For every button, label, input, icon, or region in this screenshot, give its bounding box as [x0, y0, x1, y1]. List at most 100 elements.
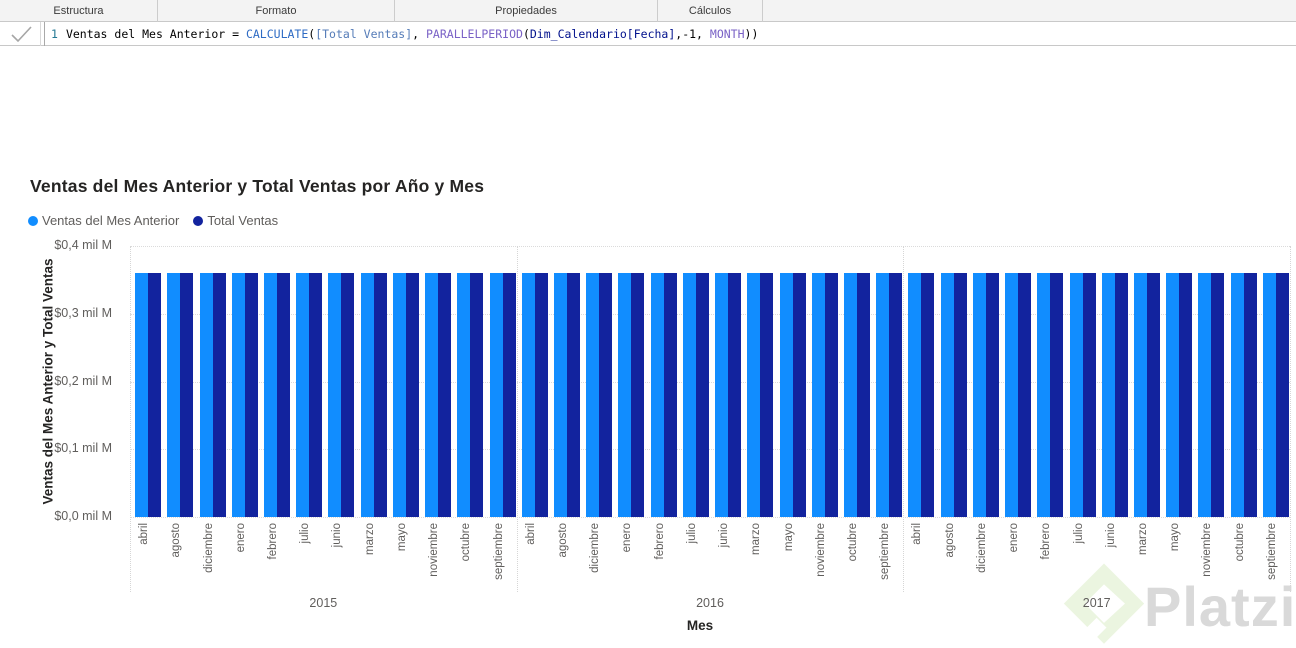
bar-total-ventas[interactable] [857, 273, 870, 517]
month-label: noviembre [428, 523, 441, 577]
bar-ventas-mes-anterior[interactable] [1101, 273, 1115, 517]
month-label: agosto [170, 523, 183, 558]
bar-total-ventas[interactable] [244, 273, 258, 517]
bar-ventas-mes-anterior[interactable] [1005, 273, 1019, 517]
dax-token: Dim_Calendario[Fecha] [529, 27, 676, 41]
x-axis-title: Mes [686, 618, 714, 633]
bar-ventas-mes-anterior[interactable] [972, 273, 986, 517]
bar-total-ventas[interactable] [1050, 273, 1064, 517]
bar-ventas-mes-anterior[interactable] [811, 273, 825, 517]
bar-total-ventas[interactable] [567, 273, 580, 517]
tab-propiedades[interactable]: Propiedades [395, 0, 658, 22]
legend-item-ventas-mes-anterior[interactable]: Ventas del Mes Anterior [28, 213, 179, 228]
bar-total-ventas[interactable] [405, 273, 419, 517]
bar-total-ventas[interactable] [824, 273, 838, 517]
month-label: agosto [943, 523, 956, 558]
bar-ventas-mes-anterior[interactable] [392, 273, 406, 517]
bar-ventas-mes-anterior[interactable] [747, 273, 761, 517]
bar-ventas-mes-anterior[interactable] [1134, 273, 1147, 517]
bar-ventas-mes-anterior[interactable] [554, 273, 567, 517]
bar-ventas-mes-anterior[interactable] [135, 273, 149, 517]
year-separator-line [1290, 246, 1291, 592]
bar-ventas-mes-anterior[interactable] [489, 273, 503, 517]
bar-total-ventas[interactable] [502, 273, 516, 517]
tab-calculos[interactable]: Cálculos [658, 0, 763, 22]
dax-token: )) [744, 27, 759, 41]
bar-ventas-mes-anterior[interactable] [1230, 273, 1244, 517]
bar-total-ventas[interactable] [792, 273, 806, 517]
y-axis-title: Ventas del Mes Anterior y Total Ventas [40, 258, 56, 505]
bar-total-ventas[interactable] [953, 273, 967, 517]
bar-ventas-mes-anterior[interactable] [1262, 273, 1276, 517]
month-label: febrero [267, 523, 279, 560]
bar-total-ventas[interactable] [1114, 273, 1128, 517]
bar-total-ventas[interactable] [373, 273, 387, 517]
bar-ventas-mes-anterior[interactable] [1198, 273, 1212, 517]
bar-total-ventas[interactable] [921, 273, 935, 517]
bar-total-ventas[interactable] [309, 273, 323, 517]
bar-total-ventas[interactable] [1275, 273, 1289, 517]
bar-ventas-mes-anterior[interactable] [328, 273, 342, 517]
bar-ventas-mes-anterior[interactable] [1069, 273, 1083, 517]
bar-total-ventas[interactable] [889, 273, 903, 517]
bar-ventas-mes-anterior[interactable] [650, 273, 664, 517]
month-label: agosto [557, 523, 569, 558]
bar-ventas-mes-anterior[interactable] [521, 273, 535, 517]
bar-ventas-mes-anterior[interactable] [1037, 273, 1051, 517]
bar-total-ventas[interactable] [631, 273, 645, 517]
bar-total-ventas[interactable] [663, 273, 677, 517]
bar-total-ventas[interactable] [534, 273, 548, 517]
bar-ventas-mes-anterior[interactable] [618, 273, 632, 517]
bar-ventas-mes-anterior[interactable] [1166, 273, 1180, 517]
formula-bar-divider [40, 22, 41, 46]
bar-ventas-mes-anterior[interactable] [360, 273, 374, 517]
bar-ventas-mes-anterior[interactable] [940, 273, 954, 517]
commit-checkmark-icon[interactable] [8, 24, 34, 44]
bar-ventas-mes-anterior[interactable] [457, 273, 471, 517]
legend-label: Ventas del Mes Anterior [42, 213, 180, 228]
bar-total-ventas[interactable] [277, 273, 290, 517]
bar-ventas-mes-anterior[interactable] [682, 273, 696, 517]
bar-ventas-mes-anterior[interactable] [296, 273, 310, 517]
bar-total-ventas[interactable] [1147, 273, 1160, 517]
bar-total-ventas[interactable] [1082, 273, 1096, 517]
month-label: julio [685, 523, 698, 544]
bar-ventas-mes-anterior[interactable] [425, 273, 439, 517]
month-label: octubre [460, 523, 473, 562]
bar-total-ventas[interactable] [1211, 273, 1225, 517]
bar-total-ventas[interactable] [438, 273, 452, 517]
bar-ventas-mes-anterior[interactable] [844, 273, 857, 517]
bar-total-ventas[interactable] [695, 273, 709, 517]
bar-ventas-mes-anterior[interactable] [876, 273, 890, 517]
bar-total-ventas[interactable] [1243, 273, 1257, 517]
bar-total-ventas[interactable] [728, 273, 742, 517]
legend-item-total-ventas[interactable]: Total Ventas [193, 213, 278, 228]
bar-ventas-mes-anterior[interactable] [199, 273, 213, 517]
month-label: diciembre [589, 523, 602, 573]
tab-formato[interactable]: Formato [158, 0, 395, 22]
tab-estructura[interactable]: Estructura [0, 0, 158, 22]
bar-ventas-mes-anterior[interactable] [586, 273, 600, 517]
bar-total-ventas[interactable] [1179, 273, 1193, 517]
bar-total-ventas[interactable] [470, 273, 484, 517]
month-label: septiembre [492, 523, 505, 580]
bar-total-ventas[interactable] [341, 273, 355, 517]
bar-ventas-mes-anterior[interactable] [908, 273, 922, 517]
formula-input[interactable]: 1 Ventas del Mes Anterior = CALCULATE ([T… [44, 22, 1296, 46]
bar-ventas-mes-anterior[interactable] [715, 273, 729, 517]
bar-ventas-mes-anterior[interactable] [779, 273, 793, 517]
bar-ventas-mes-anterior[interactable] [231, 273, 245, 517]
bar-total-ventas[interactable] [148, 273, 162, 517]
bar-total-ventas[interactable] [1018, 273, 1032, 517]
month-label: diciembre [202, 523, 215, 573]
year-label: 2015 [309, 596, 338, 610]
bar-total-ventas[interactable] [760, 273, 774, 517]
month-label: junio [331, 523, 344, 548]
bar-total-ventas[interactable] [212, 273, 226, 517]
bar-total-ventas[interactable] [985, 273, 999, 517]
bar-ventas-mes-anterior[interactable] [264, 273, 277, 517]
bar-ventas-mes-anterior[interactable] [167, 273, 181, 517]
bar-total-ventas[interactable] [599, 273, 613, 517]
month-label: febrero [1040, 523, 1053, 560]
bar-total-ventas[interactable] [180, 273, 194, 517]
